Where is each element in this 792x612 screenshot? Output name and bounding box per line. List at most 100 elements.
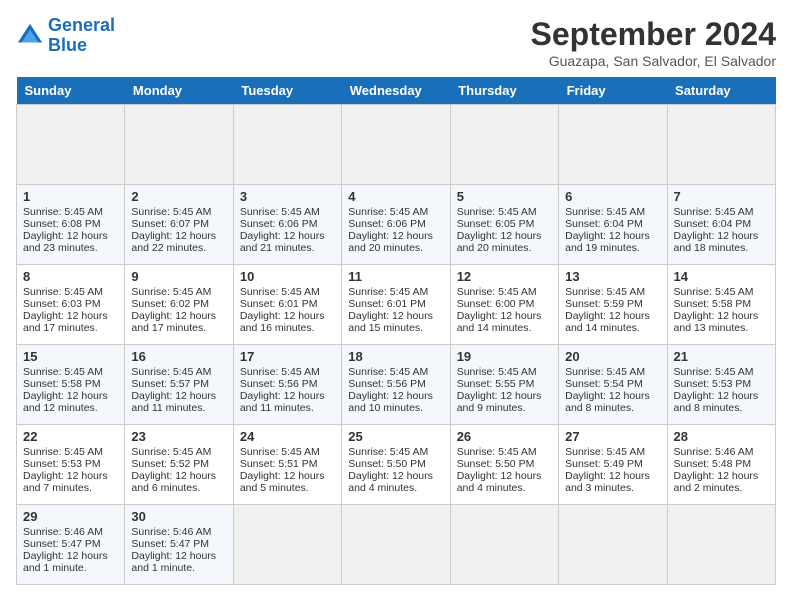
daylight-text: Daylight: 12 hours and 15 minutes. xyxy=(348,310,443,334)
daylight-text: Daylight: 12 hours and 17 minutes. xyxy=(23,310,118,334)
calendar-week-row: 15Sunrise: 5:45 AMSunset: 5:58 PMDayligh… xyxy=(17,345,776,425)
day-number: 12 xyxy=(457,269,552,284)
daylight-text: Daylight: 12 hours and 17 minutes. xyxy=(131,310,226,334)
day-number: 11 xyxy=(348,269,443,284)
sunset-text: Sunset: 5:51 PM xyxy=(240,458,335,470)
sunset-text: Sunset: 6:01 PM xyxy=(240,298,335,310)
logo-text: General Blue xyxy=(48,16,115,56)
daylight-text: Daylight: 12 hours and 16 minutes. xyxy=(240,310,335,334)
sunrise-text: Sunrise: 5:45 AM xyxy=(23,366,118,378)
daylight-text: Daylight: 12 hours and 1 minute. xyxy=(131,550,226,574)
daylight-text: Daylight: 12 hours and 10 minutes. xyxy=(348,390,443,414)
sunrise-text: Sunrise: 5:45 AM xyxy=(240,366,335,378)
table-cell: 22Sunrise: 5:45 AMSunset: 5:53 PMDayligh… xyxy=(17,425,125,505)
sunrise-text: Sunrise: 5:45 AM xyxy=(457,206,552,218)
daylight-text: Daylight: 12 hours and 14 minutes. xyxy=(565,310,660,334)
sunrise-text: Sunrise: 5:45 AM xyxy=(348,206,443,218)
daylight-text: Daylight: 12 hours and 21 minutes. xyxy=(240,230,335,254)
table-cell: 16Sunrise: 5:45 AMSunset: 5:57 PMDayligh… xyxy=(125,345,233,425)
table-cell: 9Sunrise: 5:45 AMSunset: 6:02 PMDaylight… xyxy=(125,265,233,345)
table-cell xyxy=(450,505,558,585)
sunrise-text: Sunrise: 5:45 AM xyxy=(240,446,335,458)
logo-blue: Blue xyxy=(48,35,87,55)
table-cell xyxy=(559,105,667,185)
sunrise-text: Sunrise: 5:45 AM xyxy=(23,446,118,458)
table-cell: 5Sunrise: 5:45 AMSunset: 6:05 PMDaylight… xyxy=(450,185,558,265)
sunrise-text: Sunrise: 5:45 AM xyxy=(131,286,226,298)
sunset-text: Sunset: 5:58 PM xyxy=(23,378,118,390)
day-number: 4 xyxy=(348,189,443,204)
day-number: 21 xyxy=(674,349,769,364)
table-cell: 7Sunrise: 5:45 AMSunset: 6:04 PMDaylight… xyxy=(667,185,775,265)
daylight-text: Daylight: 12 hours and 2 minutes. xyxy=(674,470,769,494)
day-number: 2 xyxy=(131,189,226,204)
table-cell: 18Sunrise: 5:45 AMSunset: 5:56 PMDayligh… xyxy=(342,345,450,425)
table-cell: 12Sunrise: 5:45 AMSunset: 6:00 PMDayligh… xyxy=(450,265,558,345)
table-cell: 19 Sunrise: 5:45 AMSunset: 5:55 PMDayligh… xyxy=(450,345,558,425)
sunset-text: Sunset: 5:58 PM xyxy=(674,298,769,310)
col-tuesday: Tuesday xyxy=(233,77,341,105)
calendar-week-row: 8Sunrise: 5:45 AMSunset: 6:03 PMDaylight… xyxy=(17,265,776,345)
sunset-text: Sunset: 5:55 PM xyxy=(457,378,552,390)
table-cell xyxy=(667,505,775,585)
table-cell: 8Sunrise: 5:45 AMSunset: 6:03 PMDaylight… xyxy=(17,265,125,345)
sunrise-text: Sunrise: 5:45 AM xyxy=(457,366,552,378)
day-number: 1 xyxy=(23,189,118,204)
col-saturday: Saturday xyxy=(667,77,775,105)
day-number: 18 xyxy=(348,349,443,364)
sunset-text: Sunset: 6:07 PM xyxy=(131,218,226,230)
table-cell xyxy=(342,505,450,585)
day-number: 6 xyxy=(565,189,660,204)
daylight-text: Daylight: 12 hours and 9 minutes. xyxy=(457,390,552,414)
sunset-text: Sunset: 6:01 PM xyxy=(348,298,443,310)
day-number: 5 xyxy=(457,189,552,204)
sunset-text: Sunset: 5:57 PM xyxy=(131,378,226,390)
table-cell: 14 Sunrise: 5:45 AMSunset: 5:58 PMDayligh… xyxy=(667,265,775,345)
sunset-text: Sunset: 5:48 PM xyxy=(674,458,769,470)
sunset-text: Sunset: 6:02 PM xyxy=(131,298,226,310)
daylight-text: Daylight: 12 hours and 19 minutes. xyxy=(565,230,660,254)
logo-icon xyxy=(16,22,44,50)
title-section: September 2024 Guazapa, San Salvador, El… xyxy=(531,16,776,69)
table-cell: 25Sunrise: 5:45 AMSunset: 5:50 PMDayligh… xyxy=(342,425,450,505)
sunset-text: Sunset: 5:47 PM xyxy=(23,538,118,550)
daylight-text: Daylight: 12 hours and 13 minutes. xyxy=(674,310,769,334)
sunset-text: Sunset: 5:56 PM xyxy=(240,378,335,390)
day-number: 27 xyxy=(565,429,660,444)
sunset-text: Sunset: 6:04 PM xyxy=(565,218,660,230)
day-number: 19 xyxy=(457,349,552,364)
table-cell: 17Sunrise: 5:45 AMSunset: 5:56 PMDayligh… xyxy=(233,345,341,425)
table-cell xyxy=(667,105,775,185)
logo-general: General xyxy=(48,15,115,35)
calendar-week-row: 22Sunrise: 5:45 AMSunset: 5:53 PMDayligh… xyxy=(17,425,776,505)
table-cell xyxy=(342,105,450,185)
day-number: 3 xyxy=(240,189,335,204)
sunset-text: Sunset: 6:03 PM xyxy=(23,298,118,310)
sunrise-text: Sunrise: 5:45 AM xyxy=(565,446,660,458)
sunrise-text: Sunrise: 5:45 AM xyxy=(674,286,769,298)
month-title: September 2024 xyxy=(531,16,776,53)
table-cell: 13Sunrise: 5:45 AMSunset: 5:59 PMDayligh… xyxy=(559,265,667,345)
sunrise-text: Sunrise: 5:45 AM xyxy=(348,446,443,458)
daylight-text: Daylight: 12 hours and 1 minute. xyxy=(23,550,118,574)
sunrise-text: Sunrise: 5:45 AM xyxy=(131,366,226,378)
daylight-text: Daylight: 12 hours and 12 minutes. xyxy=(23,390,118,414)
daylight-text: Daylight: 12 hours and 6 minutes. xyxy=(131,470,226,494)
table-cell: 4Sunrise: 5:45 AMSunset: 6:06 PMDaylight… xyxy=(342,185,450,265)
table-cell: 15Sunrise: 5:45 AMSunset: 5:58 PMDayligh… xyxy=(17,345,125,425)
day-number: 17 xyxy=(240,349,335,364)
day-number: 23 xyxy=(131,429,226,444)
sunset-text: Sunset: 5:52 PM xyxy=(131,458,226,470)
table-cell: 27Sunrise: 5:45 AMSunset: 5:49 PMDayligh… xyxy=(559,425,667,505)
sunrise-text: Sunrise: 5:45 AM xyxy=(23,206,118,218)
daylight-text: Daylight: 12 hours and 14 minutes. xyxy=(457,310,552,334)
table-cell: 30Sunrise: 5:46 AMSunset: 5:47 PMDayligh… xyxy=(125,505,233,585)
day-number: 14 xyxy=(674,269,769,284)
daylight-text: Daylight: 12 hours and 8 minutes. xyxy=(674,390,769,414)
table-cell: 23Sunrise: 5:45 AMSunset: 5:52 PMDayligh… xyxy=(125,425,233,505)
sunset-text: Sunset: 5:59 PM xyxy=(565,298,660,310)
table-cell: 1Sunrise: 5:45 AMSunset: 6:08 PMDaylight… xyxy=(17,185,125,265)
col-friday: Friday xyxy=(559,77,667,105)
day-number: 10 xyxy=(240,269,335,284)
sunset-text: Sunset: 6:08 PM xyxy=(23,218,118,230)
